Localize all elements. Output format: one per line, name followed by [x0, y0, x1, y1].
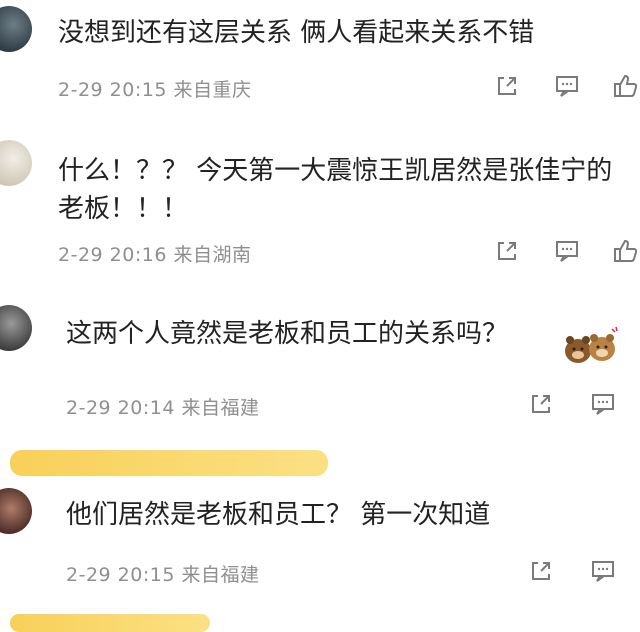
comment-icon[interactable]	[590, 558, 616, 584]
comment-text: 他们居然是老板和员工？ 第一次知道	[66, 500, 491, 530]
comment-icon[interactable]	[554, 73, 580, 99]
like-icon[interactable]	[612, 238, 638, 264]
comment-icon[interactable]	[590, 391, 616, 417]
share-icon[interactable]	[528, 558, 554, 584]
like-icon[interactable]	[612, 73, 638, 99]
highlight-marker	[10, 614, 210, 632]
avatar[interactable]	[0, 6, 32, 52]
avatar[interactable]	[0, 488, 32, 534]
avatar[interactable]	[0, 140, 32, 186]
comment-meta: 2-29 20:14 来自福建	[66, 397, 260, 419]
share-icon[interactable]	[494, 238, 520, 264]
comment-text: 这两个人竟然是老板和员工的关系吗？	[66, 319, 509, 349]
avatar[interactable]	[0, 305, 32, 351]
comment-meta: 2-29 20:16 来自湖南	[58, 244, 252, 266]
comment-icon[interactable]	[554, 238, 580, 264]
share-icon[interactable]	[494, 73, 520, 99]
highlight-marker	[10, 450, 328, 476]
sticker-bear-icon	[560, 323, 620, 367]
share-icon[interactable]	[528, 391, 554, 417]
comment-meta: 2-29 20:15 来自重庆	[58, 79, 252, 101]
comment-text: 没想到还有这层关系 俩人看起来关系不错	[58, 18, 535, 48]
comment-text: 什么！？？ 今天第一大震惊王凯居然是张佳宁的 老板！！！	[58, 156, 613, 224]
comment-meta: 2-29 20:15 来自福建	[66, 564, 260, 586]
